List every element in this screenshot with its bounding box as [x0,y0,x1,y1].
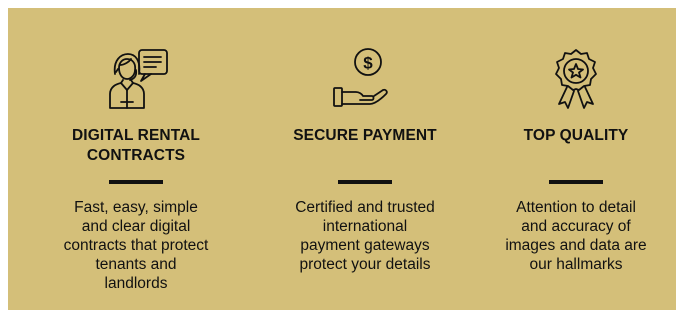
secure-payment-icon: $ [330,44,400,114]
feature-description: Certified and trusted international paym… [295,199,435,273]
feature-description: Attention to detail and accuracy of imag… [505,199,647,273]
features-panel: DIGITAL RENTAL CONTRACTS Fast, easy, sim… [8,8,676,310]
feature-title: DIGITAL RENTAL CONTRACTS [72,127,200,164]
feature-title: SECURE PAYMENT [293,127,437,144]
divider [338,180,392,184]
quality-badge-icon [541,44,611,114]
feature-description: Fast, easy, simple and clear digital con… [63,199,209,292]
divider [549,180,603,184]
feature-title: TOP QUALITY [523,127,629,144]
svg-text:$: $ [363,54,373,73]
contract-agent-icon [101,44,171,114]
divider [109,180,163,184]
